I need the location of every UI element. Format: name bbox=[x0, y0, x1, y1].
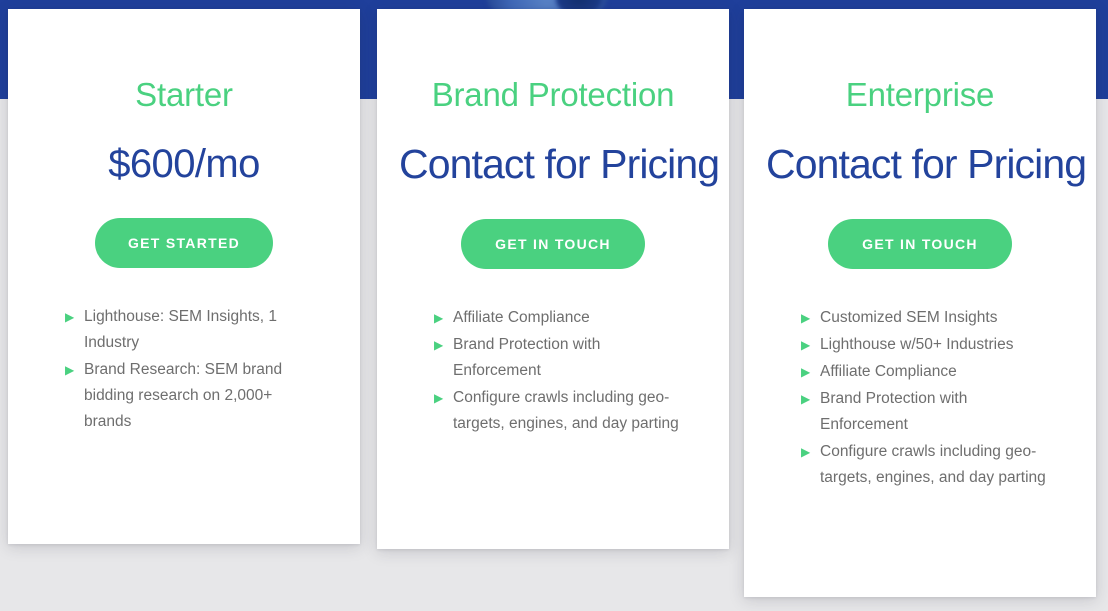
plan-price: Contact for Pricing bbox=[766, 141, 1087, 188]
feature-text: Configure crawls including geo-targets, … bbox=[453, 389, 679, 433]
get-started-button[interactable]: GET STARTED bbox=[95, 218, 273, 269]
feature-text: Brand Protection with Enforcement bbox=[820, 390, 968, 434]
cta-container: GET STARTED bbox=[30, 218, 338, 269]
feature-list: ▶ Lighthouse: SEM Insights, 1 Industry ▶… bbox=[30, 304, 338, 435]
plan-price: $600/mo bbox=[108, 142, 260, 187]
list-item: ▶ Affiliate Compliance bbox=[427, 305, 689, 331]
triangle-bullet-icon: ▶ bbox=[434, 391, 444, 406]
list-item: ▶ Affiliate Compliance bbox=[794, 359, 1056, 385]
feature-text: Customized SEM Insights bbox=[820, 309, 998, 327]
feature-text: Lighthouse: SEM Insights, 1 Industry bbox=[84, 308, 278, 352]
triangle-bullet-icon: ▶ bbox=[801, 392, 811, 407]
feature-text: Brand Research: SEM brand bidding resear… bbox=[84, 361, 283, 431]
list-item: ▶ Lighthouse w/50+ Industries bbox=[794, 332, 1056, 358]
plan-price: Contact for Pricing bbox=[399, 141, 720, 188]
cta-container: GET IN TOUCH bbox=[766, 219, 1074, 270]
list-item: ▶ Brand Research: SEM brand bidding rese… bbox=[58, 357, 300, 435]
card-content: Brand Protection Contact for Pricing GET… bbox=[377, 76, 729, 437]
triangle-bullet-icon: ▶ bbox=[801, 365, 811, 380]
card-content: Starter $600/mo GET STARTED ▶ Lighthouse… bbox=[8, 76, 360, 435]
triangle-bullet-icon: ▶ bbox=[801, 311, 811, 326]
feature-text: Affiliate Compliance bbox=[820, 363, 957, 381]
cta-container: GET IN TOUCH bbox=[399, 219, 707, 270]
triangle-bullet-icon: ▶ bbox=[801, 338, 811, 353]
triangle-bullet-icon: ▶ bbox=[434, 338, 444, 353]
feature-list: ▶ Customized SEM Insights ▶ Lighthouse w… bbox=[766, 305, 1074, 491]
feature-text: Affiliate Compliance bbox=[453, 309, 590, 327]
list-item: ▶ Brand Protection with Enforcement bbox=[427, 332, 689, 384]
get-in-touch-button[interactable]: GET IN TOUCH bbox=[828, 219, 1012, 270]
feature-list: ▶ Affiliate Compliance ▶ Brand Protectio… bbox=[399, 305, 707, 437]
list-item: ▶ Lighthouse: SEM Insights, 1 Industry bbox=[58, 304, 300, 356]
list-item: ▶ Configure crawls including geo-targets… bbox=[427, 385, 689, 437]
get-in-touch-button[interactable]: GET IN TOUCH bbox=[461, 219, 645, 270]
card-content: Enterprise Contact for Pricing GET IN TO… bbox=[744, 76, 1096, 491]
list-item: ▶ Customized SEM Insights bbox=[794, 305, 1056, 331]
triangle-bullet-icon: ▶ bbox=[65, 310, 75, 325]
plan-name: Enterprise bbox=[845, 76, 995, 113]
feature-text: Brand Protection with Enforcement bbox=[453, 336, 601, 380]
feature-text: Configure crawls including geo-targets, … bbox=[820, 443, 1046, 487]
plan-name: Starter bbox=[135, 76, 233, 113]
list-item: ▶ Configure crawls including geo-targets… bbox=[794, 439, 1056, 491]
feature-text: Lighthouse w/50+ Industries bbox=[820, 336, 1014, 354]
plan-name: Brand Protection bbox=[431, 76, 675, 113]
triangle-bullet-icon: ▶ bbox=[65, 363, 75, 378]
pricing-card-brand-protection[interactable]: Brand Protection Contact for Pricing GET… bbox=[377, 9, 729, 549]
triangle-bullet-icon: ▶ bbox=[801, 445, 811, 460]
pricing-card-enterprise[interactable]: Enterprise Contact for Pricing GET IN TO… bbox=[744, 9, 1096, 597]
list-item: ▶ Brand Protection with Enforcement bbox=[794, 386, 1056, 438]
triangle-bullet-icon: ▶ bbox=[434, 311, 444, 326]
pricing-card-starter[interactable]: Starter $600/mo GET STARTED ▶ Lighthouse… bbox=[8, 9, 360, 544]
